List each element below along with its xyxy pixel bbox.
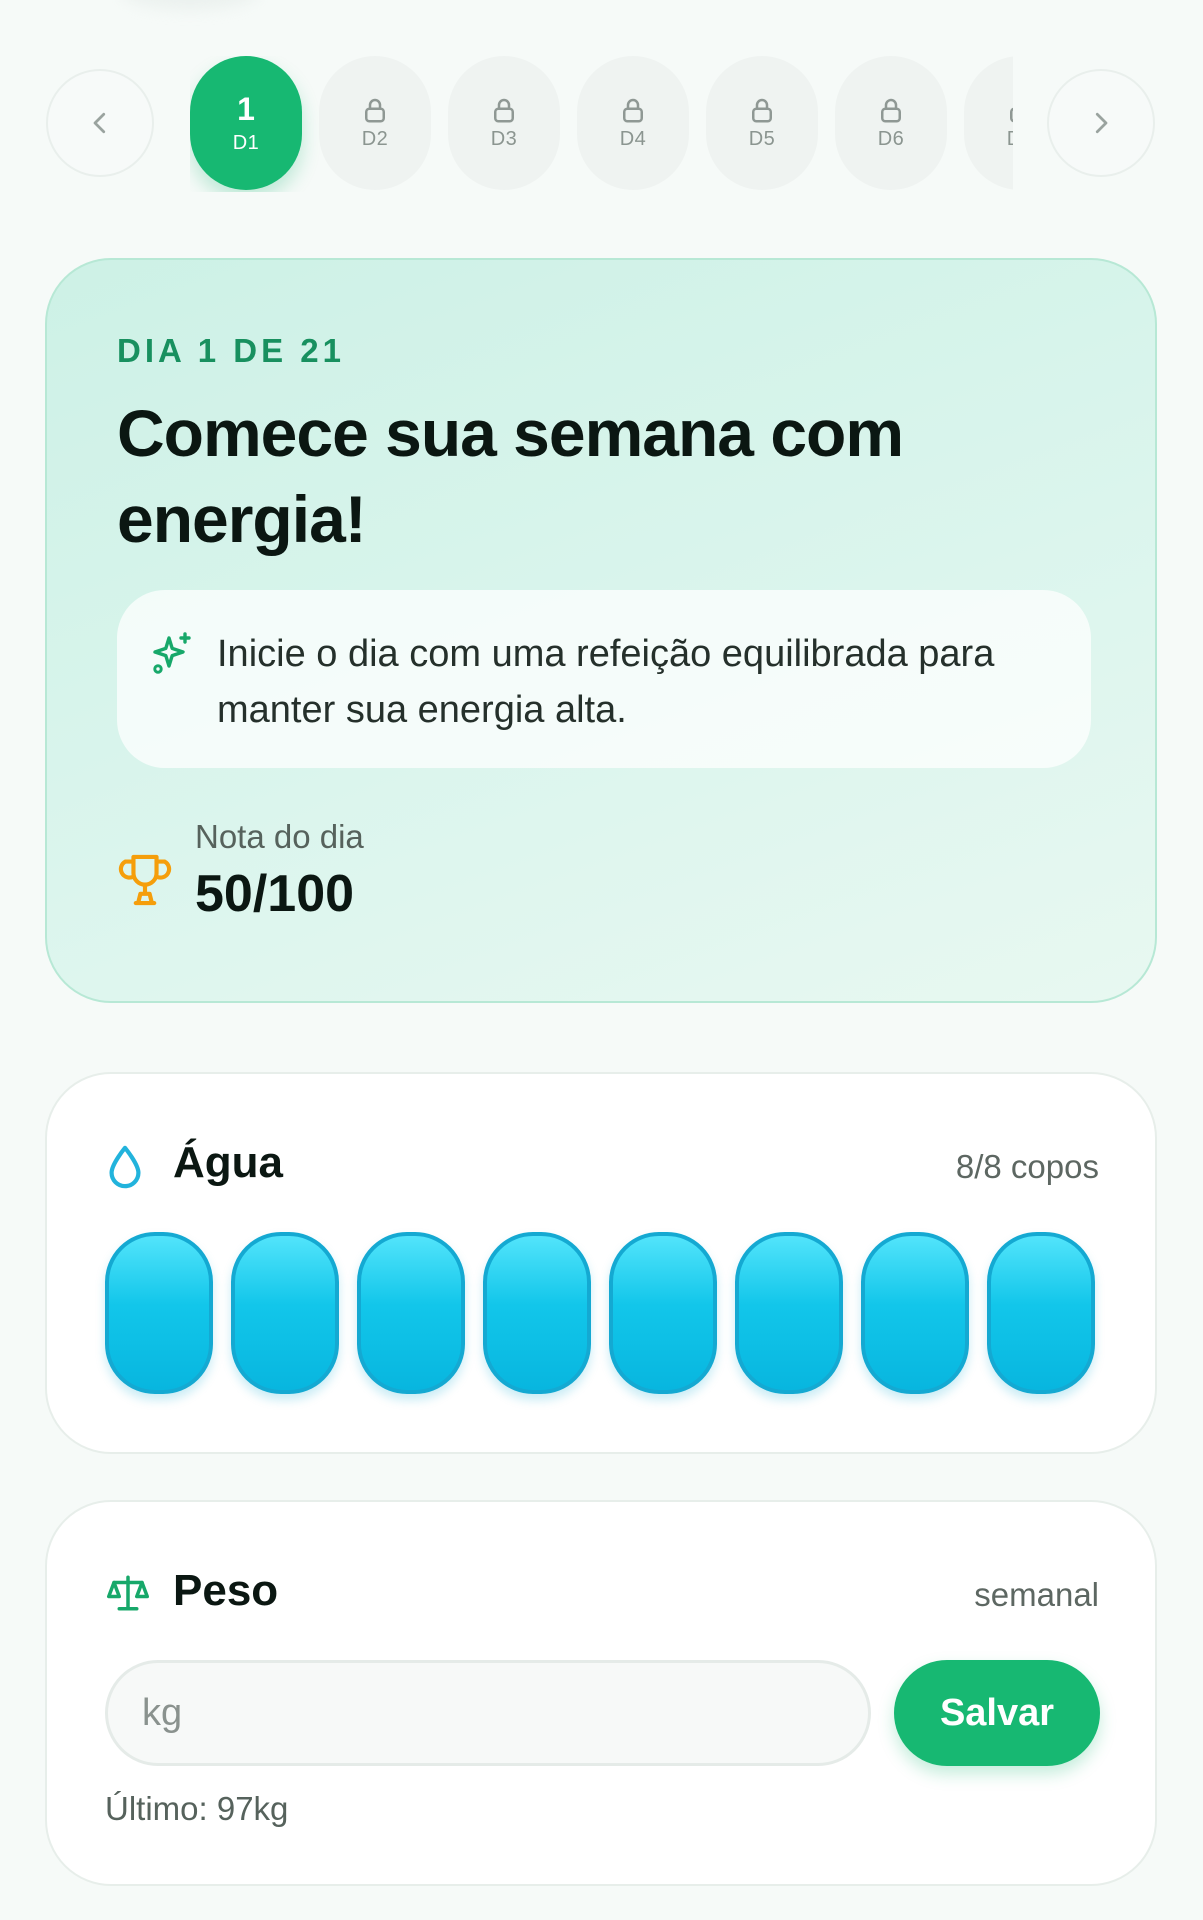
- score-label: Nota do dia: [195, 818, 364, 855]
- weight-title: Peso: [173, 1566, 279, 1615]
- lock-icon: [494, 98, 514, 123]
- save-weight-button[interactable]: Salvar: [894, 1660, 1100, 1766]
- lock-icon: [623, 98, 643, 123]
- trophy-icon: [118, 854, 172, 906]
- weight-frequency: semanal: [974, 1576, 1099, 1613]
- day-pill-d4[interactable]: D4: [577, 56, 689, 190]
- day-counter: DIA 1 DE 21: [117, 332, 346, 369]
- water-title: Água: [173, 1138, 283, 1187]
- day-pill-d6[interactable]: D6: [835, 56, 947, 190]
- last-weight: Último: 97kg: [105, 1790, 289, 1827]
- day-title: Comece sua semana com energia!: [117, 396, 904, 556]
- day-navigator: 1D1D2D3D4D5D6D7: [0, 56, 1203, 192]
- day-pill-d1[interactable]: 1 D1: [190, 56, 302, 190]
- day-pill-d5[interactable]: D5: [706, 56, 818, 190]
- water-cup[interactable]: [483, 1232, 591, 1394]
- day-label: D4: [619, 128, 647, 150]
- lock-icon: [752, 98, 772, 123]
- prev-day-button[interactable]: [46, 69, 154, 177]
- chevron-left-icon: [93, 112, 106, 134]
- day-label: D1: [232, 132, 260, 154]
- water-cups: [105, 1232, 1095, 1394]
- water-drop-icon: [109, 1145, 141, 1189]
- sparkles-icon: [153, 632, 191, 674]
- water-cup[interactable]: [231, 1232, 339, 1394]
- day-summary-card: DIA 1 DE 21 Comece sua semana com energi…: [45, 258, 1157, 1003]
- day-label: D5: [748, 128, 776, 150]
- water-cup[interactable]: [105, 1232, 213, 1394]
- water-card: Água 8/8 copos: [45, 1072, 1157, 1454]
- scale-icon: [107, 1575, 149, 1611]
- weight-input[interactable]: [105, 1660, 871, 1766]
- daily-tip: Inicie o dia com uma refeição equilibrad…: [117, 590, 1091, 768]
- day-label: D2: [361, 128, 389, 150]
- header-shadow: [120, 0, 260, 10]
- water-cup[interactable]: [861, 1232, 969, 1394]
- day-pill-d3[interactable]: D3: [448, 56, 560, 190]
- day-label: D3: [490, 128, 518, 150]
- water-count: 8/8 copos: [955, 1148, 1099, 1185]
- day-label: D7: [1007, 127, 1013, 151]
- lock-icon: [1010, 107, 1013, 123]
- water-cup[interactable]: [987, 1232, 1095, 1394]
- day-pill-d2[interactable]: D2: [319, 56, 431, 190]
- water-cup[interactable]: [357, 1232, 465, 1394]
- day-number: 1: [237, 91, 255, 127]
- water-cup[interactable]: [735, 1232, 843, 1394]
- lock-icon: [881, 98, 901, 123]
- daily-tip-text: Inicie o dia com uma refeição equilibrad…: [217, 633, 995, 731]
- score-value: 50/100: [195, 865, 355, 923]
- day-label: D6: [877, 128, 905, 150]
- weight-card: Peso semanal Salvar Último: 97kg: [45, 1500, 1157, 1886]
- water-cup[interactable]: [609, 1232, 717, 1394]
- day-pill-d7[interactable]: D7: [964, 56, 1013, 190]
- lock-icon: [365, 98, 385, 123]
- days-strip: 1D1D2D3D4D5D6D7: [190, 56, 1013, 192]
- chevron-right-icon: [1095, 112, 1108, 134]
- next-day-button[interactable]: [1047, 69, 1155, 177]
